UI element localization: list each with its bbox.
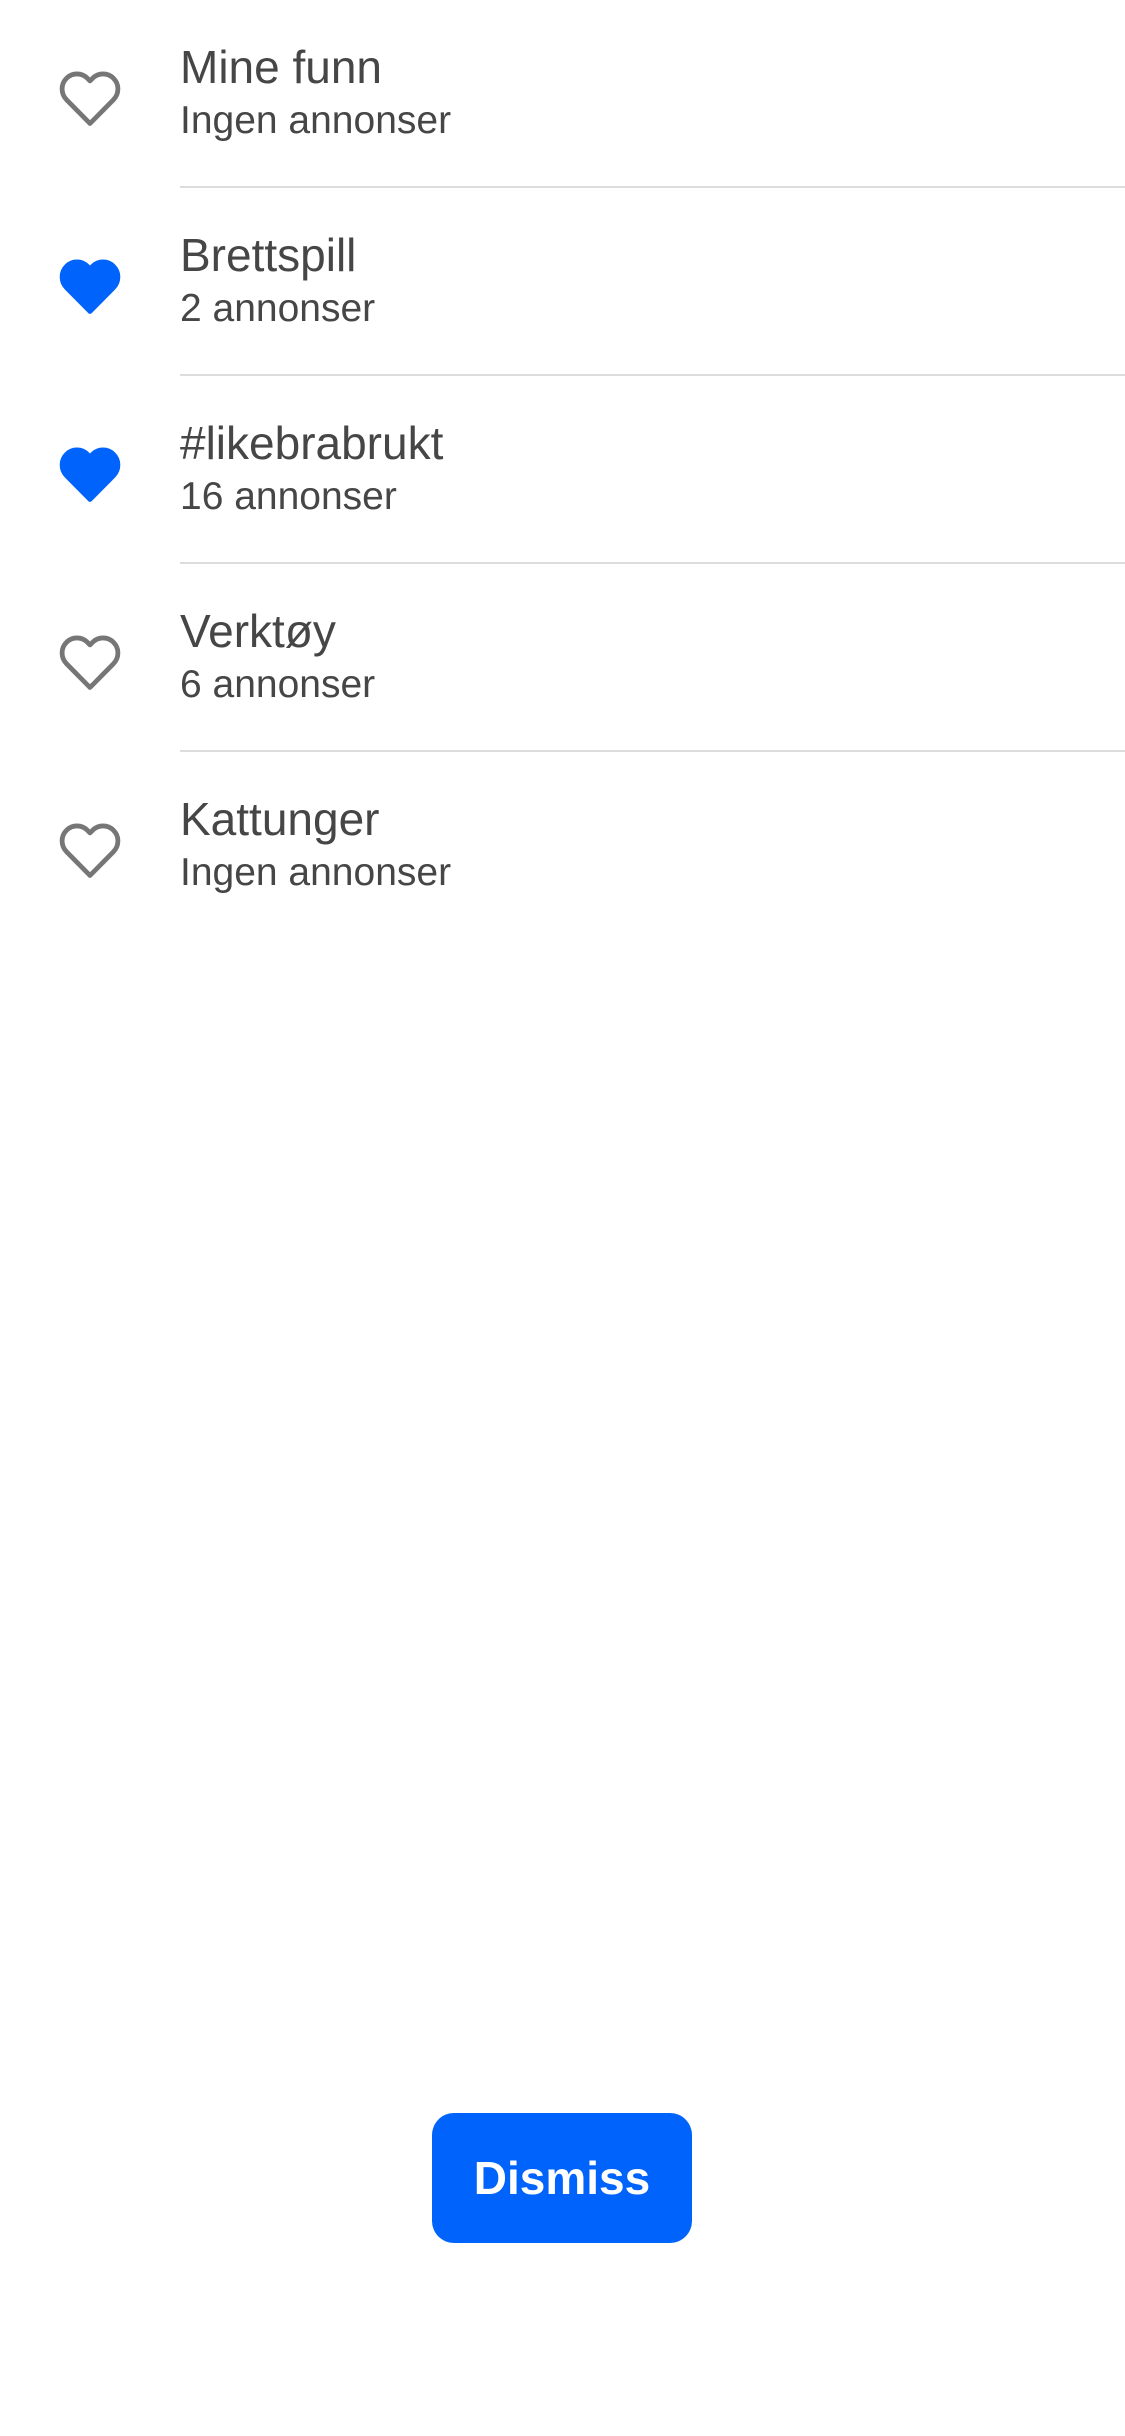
list-item-likebrabrukt[interactable]: #likebrabrukt 16 annonser — [0, 376, 1125, 564]
list-count: Ingen annonser — [180, 99, 452, 142]
heart-filled-icon[interactable] — [54, 250, 126, 322]
heart-outline-icon[interactable] — [54, 814, 126, 886]
list-item-mine-funn[interactable]: Mine funn Ingen annonser — [0, 0, 1125, 188]
dismiss-button[interactable]: Dismiss — [432, 2113, 692, 2243]
list-count: 16 annonser — [180, 475, 397, 518]
list-title: Verktøy — [180, 605, 336, 657]
list-count: Ingen annonser — [180, 851, 452, 894]
heart-outline-icon[interactable] — [54, 62, 126, 134]
heart-filled-icon[interactable] — [54, 438, 126, 510]
list-title: #likebrabrukt — [180, 417, 444, 469]
list-title: Brettspill — [180, 229, 357, 281]
list-item-kattunger[interactable]: Kattunger Ingen annonser — [0, 752, 1125, 940]
list-count: 6 annonser — [180, 663, 376, 706]
list-item-verktoy[interactable]: Verktøy 6 annonser — [0, 564, 1125, 752]
favorite-lists: Mine funn Ingen annonser Brettspill 2 an… — [0, 0, 1125, 940]
list-item-brettspill[interactable]: Brettspill 2 annonser — [0, 188, 1125, 376]
list-title: Kattunger — [180, 793, 380, 845]
heart-outline-icon[interactable] — [54, 626, 126, 698]
list-count: 2 annonser — [180, 287, 376, 330]
list-title: Mine funn — [180, 41, 383, 93]
